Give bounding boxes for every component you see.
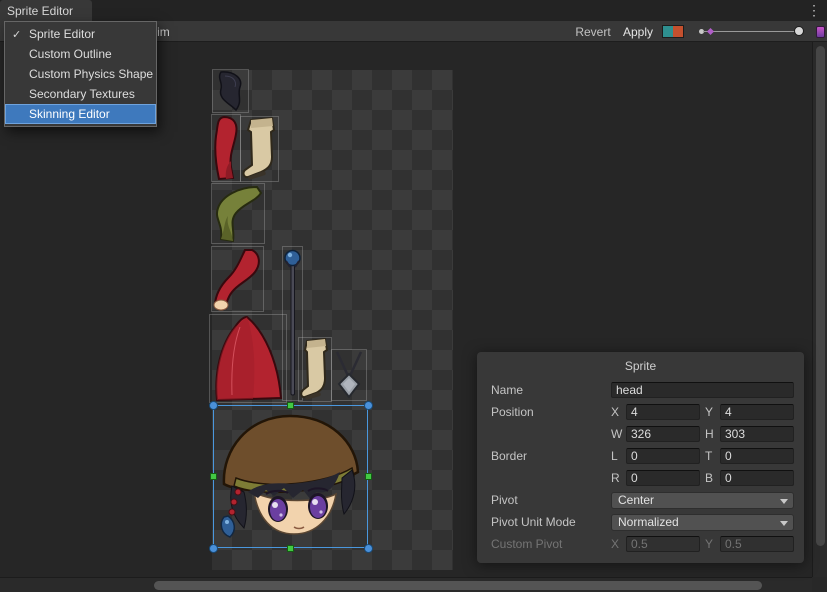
custom-pivot-x-input — [626, 536, 700, 552]
window-tab-title: Sprite Editor — [7, 4, 73, 18]
sprite-boot-2[interactable] — [299, 338, 331, 401]
selection-corner-handle-bl[interactable] — [209, 544, 218, 553]
h-prefix: H — [705, 427, 715, 441]
vertical-scrollbar-thumb[interactable] — [816, 46, 825, 546]
menu-item-sprite-editor[interactable]: ✓ Sprite Editor — [5, 24, 156, 44]
window-tab[interactable]: Sprite Editor — [0, 0, 92, 21]
vertical-scrollbar[interactable] — [812, 42, 827, 577]
sprite-red-arm[interactable] — [212, 247, 263, 311]
sprite-selection-rect[interactable] — [213, 405, 368, 548]
scrollbar-corner — [812, 577, 827, 592]
position-row-wh: W H — [477, 423, 804, 445]
mipmap-icon[interactable] — [816, 26, 825, 38]
name-label: Name — [491, 383, 611, 397]
w-prefix: W — [611, 427, 621, 441]
sprite-amulet[interactable] — [332, 350, 366, 400]
border-r-input[interactable] — [626, 470, 700, 486]
l-prefix: L — [611, 449, 621, 463]
sprite-inspector-panel: Sprite Name Position X Y W H Border L T — [477, 352, 804, 563]
x-prefix: X — [611, 405, 621, 419]
y-prefix: Y — [705, 405, 715, 419]
chevron-down-icon — [780, 499, 788, 504]
revert-button[interactable]: Revert — [570, 21, 616, 42]
custom-pivot-label: Custom Pivot — [491, 537, 611, 551]
pivot-value: Center — [618, 493, 654, 507]
pivot-unit-mode-dropdown[interactable]: Normalized — [611, 514, 794, 531]
horizontal-scrollbar-thumb[interactable] — [154, 581, 762, 590]
custom-y-prefix: Y — [705, 537, 715, 551]
selection-edge-handle-left[interactable] — [210, 473, 217, 480]
position-row-xy: Position X Y — [477, 401, 804, 423]
horizontal-scrollbar[interactable] — [0, 577, 812, 592]
chevron-down-icon — [780, 521, 788, 526]
menu-item-skinning-editor[interactable]: Skinning Editor — [5, 104, 156, 124]
border-l-input[interactable] — [626, 448, 700, 464]
pivot-label: Pivot — [491, 493, 611, 507]
pivot-unit-mode-value: Normalized — [618, 515, 679, 529]
apply-button[interactable]: Apply — [618, 21, 658, 42]
custom-x-prefix: X — [611, 537, 621, 551]
selection-corner-handle-br[interactable] — [364, 544, 373, 553]
position-h-input[interactable] — [720, 426, 794, 442]
window-title-bar: Sprite Editor ⋮ — [0, 0, 827, 21]
sprite-red-sleeve[interactable] — [212, 115, 240, 181]
position-label: Position — [491, 405, 611, 419]
sprite-editor-mode-menu: ✓ Sprite Editor Custom Outline Custom Ph… — [4, 21, 157, 127]
custom-pivot-y-input — [720, 536, 794, 552]
selection-edge-handle-right[interactable] — [365, 473, 372, 480]
border-row-lt: Border L T — [477, 445, 804, 467]
zoom-slider-handle[interactable] — [794, 26, 804, 36]
sprite-boot[interactable] — [241, 117, 278, 181]
position-w-input[interactable] — [626, 426, 700, 442]
menu-item-secondary-textures[interactable]: Secondary Textures — [5, 84, 156, 104]
sprite-green-scarf[interactable] — [212, 184, 264, 243]
r-prefix: R — [611, 471, 621, 485]
color-mode-icon-right — [673, 26, 683, 37]
zoom-slider[interactable] — [695, 21, 807, 42]
selection-corner-handle-tr[interactable] — [364, 401, 373, 410]
b-prefix: B — [705, 471, 715, 485]
color-mode-icon[interactable] — [662, 25, 684, 38]
position-y-input[interactable] — [720, 404, 794, 420]
checkmark-icon: ✓ — [12, 28, 21, 41]
position-x-input[interactable] — [626, 404, 700, 420]
menu-item-custom-physics-shape[interactable]: Custom Physics Shape — [5, 64, 156, 84]
pivot-row: Pivot Center — [477, 489, 804, 511]
zoom-slider-marker — [707, 28, 714, 35]
name-input[interactable] — [611, 382, 794, 398]
sprite-red-hat[interactable] — [210, 315, 286, 402]
color-mode-icon-left — [663, 26, 673, 37]
zoom-slider-track[interactable] — [703, 31, 799, 32]
custom-pivot-row: Custom Pivot X Y — [477, 533, 804, 555]
border-t-input[interactable] — [720, 448, 794, 464]
selection-edge-handle-bottom[interactable] — [287, 545, 294, 552]
pivot-unit-mode-row: Pivot Unit Mode Normalized — [477, 511, 804, 533]
pivot-dropdown[interactable]: Center — [611, 492, 794, 509]
panel-title: Sprite — [477, 352, 804, 379]
t-prefix: T — [705, 449, 715, 463]
sprite-head — [214, 406, 367, 547]
border-label: Border — [491, 449, 611, 463]
pivot-unit-mode-label: Pivot Unit Mode — [491, 515, 611, 529]
selection-edge-handle-top[interactable] — [287, 402, 294, 409]
selection-corner-handle-tl[interactable] — [209, 401, 218, 410]
border-row-rb: R B — [477, 467, 804, 489]
kebab-menu-icon[interactable]: ⋮ — [807, 2, 821, 18]
border-b-input[interactable] — [720, 470, 794, 486]
sprite-hair-tuft[interactable] — [213, 70, 248, 112]
menu-item-custom-outline[interactable]: Custom Outline — [5, 44, 156, 64]
name-row: Name — [477, 379, 804, 401]
